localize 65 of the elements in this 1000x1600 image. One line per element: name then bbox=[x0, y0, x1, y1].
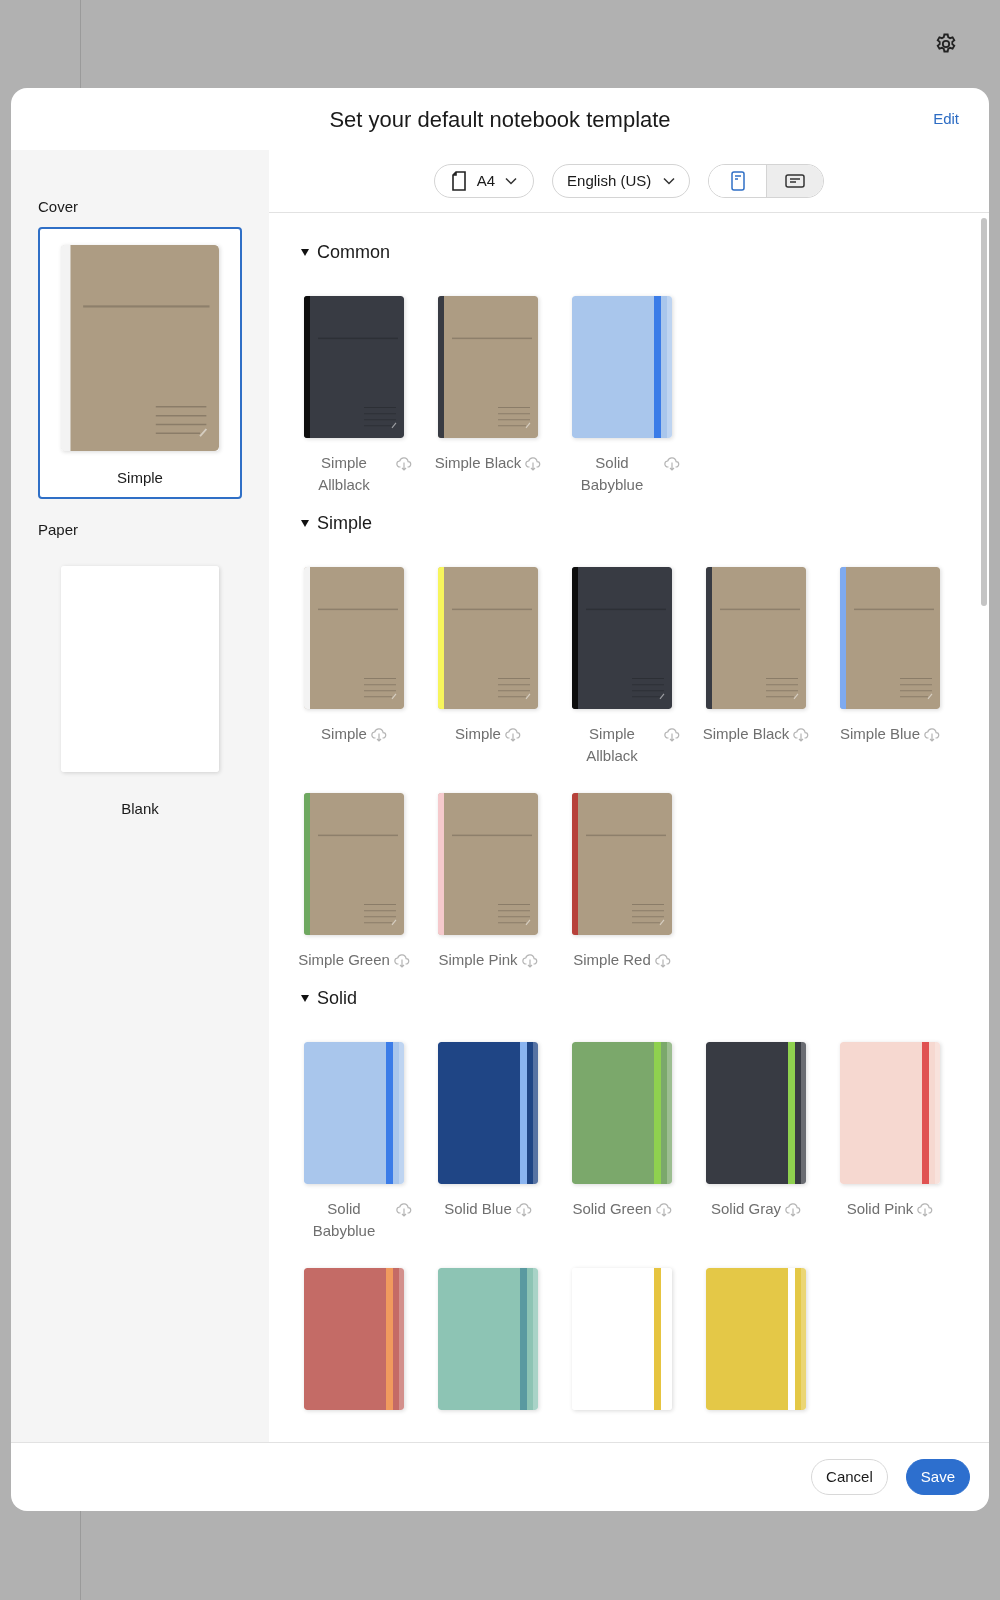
template-name: Solid Pink bbox=[846, 1199, 914, 1219]
scrollbar[interactable] bbox=[981, 218, 987, 606]
cloud-download-icon[interactable] bbox=[396, 1202, 412, 1217]
notebook-cover[interactable] bbox=[840, 1042, 940, 1184]
language-dropdown[interactable]: English (US) bbox=[552, 164, 691, 198]
page-size-dropdown[interactable]: A4 bbox=[433, 164, 535, 198]
template-name: Simple Blue bbox=[839, 724, 920, 744]
section-heading: Common bbox=[317, 241, 391, 264]
notebook-cover[interactable] bbox=[706, 1042, 806, 1184]
cloud-download-icon[interactable] bbox=[793, 727, 810, 742]
section-label: Cover bbox=[38, 197, 79, 217]
template-name: Simple Pink bbox=[438, 950, 518, 970]
cloud-download-icon[interactable] bbox=[504, 727, 521, 742]
save-button[interactable]: Save bbox=[905, 1459, 970, 1495]
template-name: Simple Allblack bbox=[317, 453, 371, 495]
template-name: Blank bbox=[121, 798, 159, 819]
landscape-button[interactable] bbox=[766, 165, 824, 197]
dialog-title: Set your default notebook template bbox=[329, 105, 671, 134]
edit-link[interactable]: Edit bbox=[933, 107, 959, 131]
notebook-cover[interactable] bbox=[572, 296, 672, 438]
cloud-download-icon[interactable] bbox=[515, 1202, 532, 1217]
notebook-cover[interactable] bbox=[706, 567, 806, 709]
cloud-download-icon[interactable] bbox=[664, 456, 680, 471]
cloud-download-icon[interactable] bbox=[521, 953, 538, 968]
section-heading: Solid bbox=[317, 987, 358, 1010]
section-heading: Simple bbox=[317, 512, 373, 535]
notebook-cover[interactable] bbox=[438, 296, 538, 438]
cloud-download-icon[interactable] bbox=[396, 456, 412, 471]
landscape-page-icon bbox=[785, 174, 806, 188]
chevron-down-icon bbox=[505, 177, 518, 185]
cloud-download-icon[interactable] bbox=[393, 953, 410, 968]
template-name: Simple bbox=[455, 724, 501, 744]
template-name: Simple Allblack bbox=[585, 724, 639, 766]
chevron-down-icon bbox=[663, 177, 676, 185]
template-card[interactable]: Simple bbox=[38, 226, 242, 499]
page-icon bbox=[450, 171, 467, 191]
notebook-cover[interactable] bbox=[304, 567, 404, 709]
cloud-download-icon[interactable] bbox=[917, 1202, 934, 1217]
portrait-page-icon bbox=[730, 171, 745, 191]
template-name: Simple Black bbox=[434, 453, 522, 473]
template-name: Simple Red bbox=[573, 950, 651, 970]
cancel-button[interactable]: Cancel bbox=[811, 1459, 888, 1495]
template-name: Solid Green bbox=[572, 1199, 652, 1219]
template-name: Solid Gray bbox=[711, 1199, 781, 1219]
template-name: Solid Blue bbox=[444, 1199, 512, 1219]
cloud-download-icon[interactable] bbox=[654, 953, 671, 968]
expand-toggle-icon[interactable] bbox=[301, 520, 309, 527]
template-name: Solid Babyblue bbox=[311, 1199, 377, 1241]
expand-toggle-icon[interactable] bbox=[301, 249, 309, 256]
template-name: Simple bbox=[117, 467, 163, 488]
template-name: Simple Green bbox=[298, 950, 390, 970]
cloud-download-icon[interactable] bbox=[924, 727, 940, 742]
cloud-download-icon[interactable] bbox=[664, 727, 680, 742]
template-card[interactable]: Blank bbox=[38, 549, 242, 830]
expand-toggle-icon[interactable] bbox=[301, 995, 309, 1002]
template-name: Simple Black bbox=[702, 724, 790, 744]
template-name: Simple bbox=[321, 724, 367, 744]
section-label: Paper bbox=[38, 520, 80, 540]
notebook-cover[interactable] bbox=[438, 1042, 538, 1184]
cloud-download-icon[interactable] bbox=[525, 456, 542, 471]
cloud-download-icon[interactable] bbox=[655, 1202, 672, 1217]
template-name: Solid Babyblue bbox=[579, 453, 645, 495]
cloud-download-icon[interactable] bbox=[370, 727, 387, 742]
cloud-download-icon[interactable] bbox=[785, 1202, 801, 1217]
notebook-cover[interactable] bbox=[304, 1042, 404, 1184]
